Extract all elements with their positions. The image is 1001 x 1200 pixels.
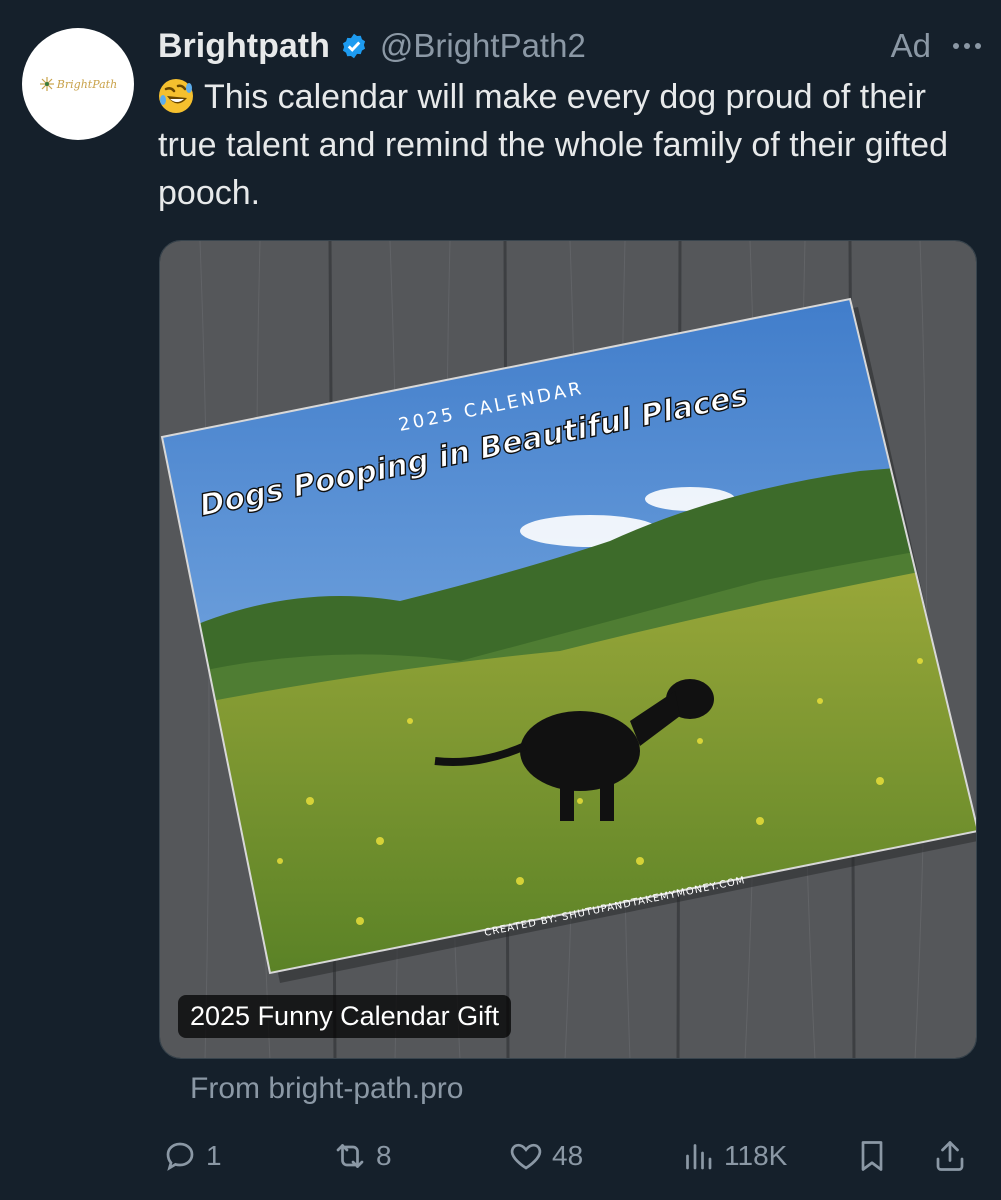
reply-icon xyxy=(166,1142,194,1171)
bookmark-button[interactable] xyxy=(854,1138,890,1174)
like-count: 48 xyxy=(552,1140,584,1171)
ad-label: Ad xyxy=(890,27,931,64)
brightpath-logo: BrightPath xyxy=(39,76,117,92)
tweet-body: This calendar will make every dog proud … xyxy=(158,78,948,212)
heart-icon xyxy=(510,1143,542,1170)
post-header: Brightpath @BrightPath2 Ad xyxy=(158,24,981,68)
repost-icon xyxy=(336,1144,364,1168)
media-card[interactable]: 2025 CALENDAR Dogs Pooping in Beautiful … xyxy=(159,240,977,1059)
like-button[interactable]: 48 xyxy=(508,1138,583,1174)
reply-count: 1 xyxy=(206,1140,222,1171)
avatar[interactable]: BrightPath xyxy=(22,28,134,140)
rolling-laughing-emoji-icon xyxy=(159,79,193,113)
views-button[interactable]: 118K xyxy=(680,1138,787,1174)
verified-badge-icon xyxy=(342,33,365,59)
display-name[interactable]: Brightpath xyxy=(158,27,330,66)
avatar-logo-text: BrightPath xyxy=(56,77,118,91)
ad-post: BrightPath Brightpath @BrightPath2 Ad Th… xyxy=(0,0,1001,1200)
views-count: 118K xyxy=(724,1140,788,1171)
bookmark-icon xyxy=(861,1141,883,1171)
repost-count: 8 xyxy=(376,1140,392,1171)
more-options-icon[interactable] xyxy=(953,43,981,49)
tweet-text: This calendar will make every dog proud … xyxy=(158,73,978,217)
views-icon xyxy=(686,1144,712,1170)
share-icon xyxy=(936,1141,964,1171)
sunburst-icon xyxy=(39,77,54,91)
user-handle[interactable]: @BrightPath2 xyxy=(380,27,586,65)
share-button[interactable] xyxy=(932,1138,968,1174)
calendar-photo: 2025 CALENDAR Dogs Pooping in Beautiful … xyxy=(160,241,976,1058)
reply-button[interactable]: 1 xyxy=(162,1138,222,1174)
header-right: Ad xyxy=(891,27,981,65)
media-caption: 2025 Funny Calendar Gift xyxy=(178,995,512,1038)
ad-source-link[interactable]: From bright-path.pro xyxy=(190,1072,463,1106)
action-bar: 1 8 48 118K xyxy=(158,1128,978,1184)
repost-button[interactable]: 8 xyxy=(332,1138,392,1174)
